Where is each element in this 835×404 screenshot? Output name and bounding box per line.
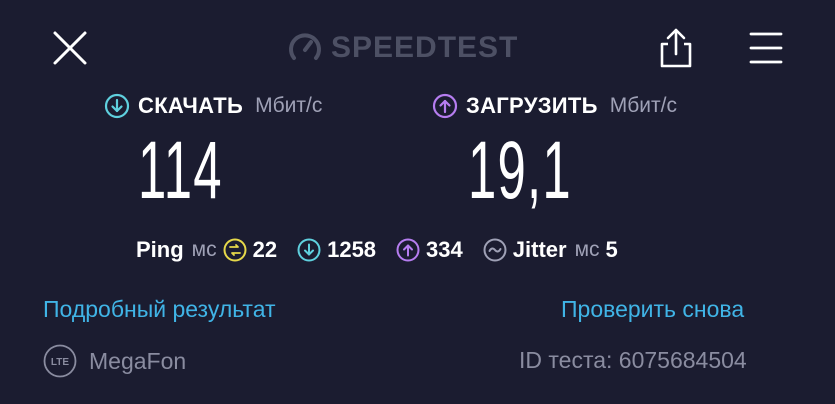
- provider-name: MegaFon: [89, 347, 187, 374]
- ping-label: Ping: [136, 237, 184, 262]
- upload-title: ЗАГРУЗИТЬ: [466, 93, 598, 118]
- upload-latency-value: 334: [426, 237, 463, 262]
- download-latency-icon: [297, 238, 321, 262]
- menu-button[interactable]: [747, 30, 785, 66]
- test-id: ID теста: 6075684504: [519, 347, 747, 373]
- speedometer-icon: [289, 33, 321, 60]
- download-arrow-icon: [104, 93, 130, 119]
- download-title: СКАЧАТЬ: [138, 93, 244, 118]
- lte-badge-text: LTE: [51, 357, 69, 368]
- share-icon: [660, 28, 692, 68]
- jitter-unit: мс: [574, 238, 600, 261]
- upload-latency-icon: [396, 238, 420, 262]
- ping-value: 22: [252, 237, 278, 262]
- test-again-link[interactable]: Проверить снова: [561, 296, 744, 323]
- download-header: СКАЧАТЬ Мбит/с: [104, 90, 322, 122]
- provider-info: LTE MegaFon: [43, 344, 186, 378]
- upload-header: ЗАГРУЗИТЬ Мбит/с: [432, 90, 677, 122]
- logo-text: SPEEDTEST: [331, 31, 519, 64]
- close-button[interactable]: [50, 28, 90, 68]
- jitter-icon: [483, 238, 507, 262]
- upload-arrow-icon: [432, 93, 458, 119]
- ping-icon: [223, 238, 247, 262]
- upload-unit: Мбит/с: [609, 94, 677, 117]
- close-icon: [53, 31, 87, 65]
- speedtest-logo: SPEEDTEST: [287, 30, 518, 66]
- menu-icon: [749, 32, 783, 64]
- jitter-value: 5: [605, 237, 618, 262]
- download-latency-value: 1258: [327, 237, 377, 262]
- ping-unit: мс: [191, 238, 217, 261]
- upload-speed-value: 19,1: [468, 125, 572, 216]
- detailed-result-link[interactable]: Подробный результат: [43, 296, 276, 323]
- share-button[interactable]: [656, 26, 696, 70]
- jitter-label: Jitter: [512, 237, 567, 262]
- download-unit: Мбит/с: [255, 94, 323, 117]
- download-speed-value: 114: [138, 125, 223, 216]
- latency-stats: Ping мс 22 1258 334 Jitter мс 5: [136, 234, 638, 266]
- lte-badge-icon: LTE: [43, 344, 77, 378]
